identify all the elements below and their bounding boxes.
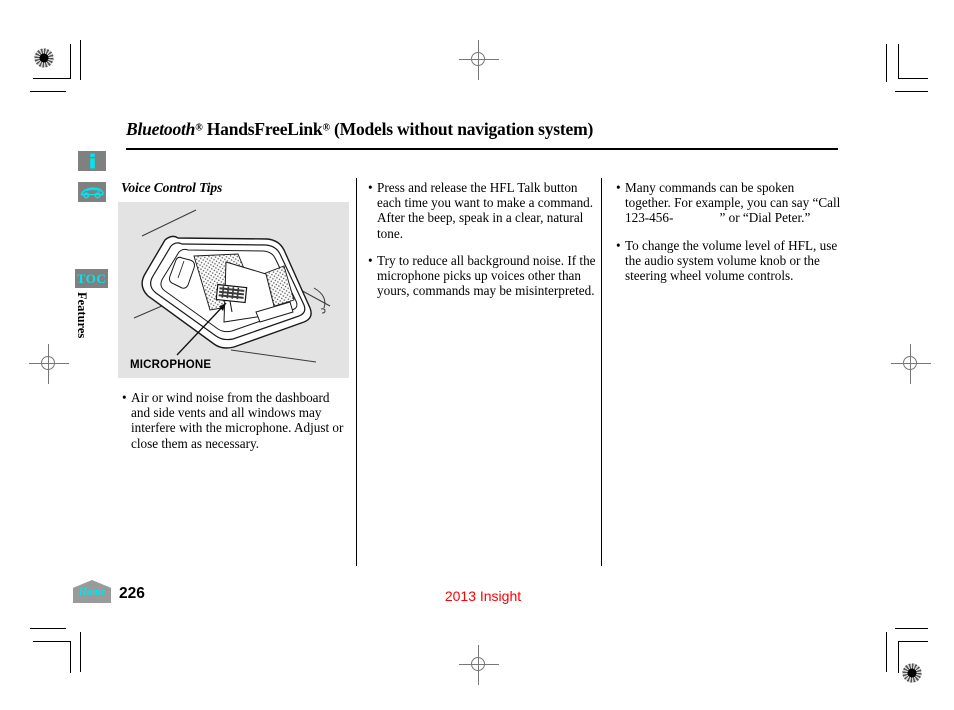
crop-mark-tr-h2	[895, 91, 928, 92]
page-title: Bluetooth® HandsFreeLink® (Models withou…	[126, 119, 838, 139]
bullet-text: Air or wind noise from the dashboard and…	[131, 390, 344, 451]
crop-mark-br-v2	[886, 632, 887, 672]
registration-target-bottom-right	[898, 659, 926, 687]
page-title-brand: Bluetooth	[126, 119, 196, 139]
bullet-text: Many commands can be spoken together. Fo…	[625, 180, 841, 226]
page-title-brand-registered-mark: ®	[195, 122, 203, 134]
list-item: • Press and release the HFL Talk button …	[368, 180, 596, 241]
bullet-text: Press and release the HFL Talk button ea…	[377, 180, 594, 241]
model-year-name-text: 2013 Insight	[444, 588, 522, 604]
crop-mark-tl-h1	[33, 78, 71, 79]
crop-mark-bl-v2	[70, 641, 71, 673]
title-underline-rule	[126, 148, 838, 150]
registration-crosshair-left	[29, 344, 69, 384]
bullet-marker: •	[368, 180, 373, 195]
info-icon[interactable]	[78, 151, 106, 171]
section-tab-features[interactable]: Features	[75, 292, 89, 356]
figure-caption-microphone: MICROPHONE	[130, 359, 212, 371]
registration-crosshair-right	[891, 344, 931, 384]
bullet-marker: •	[122, 390, 127, 405]
crop-mark-tl-h2	[30, 91, 66, 92]
crop-mark-bl-h2	[33, 641, 71, 642]
page-title-qualifier: (Models without navigation system)	[329, 119, 594, 139]
toc-button[interactable]: TOC	[75, 269, 108, 288]
page-title-product: HandsFreeLink	[202, 119, 323, 139]
vehicle-icon[interactable]	[78, 182, 106, 202]
crop-mark-tr-h1	[898, 78, 928, 79]
crop-mark-tl-v1	[70, 44, 71, 78]
registration-crosshair-bottom	[459, 645, 499, 685]
crop-mark-tl-v2	[80, 40, 81, 80]
bullet-text: To change the volume level of HFL, use t…	[625, 237, 838, 284]
bullet-marker: •	[616, 237, 621, 253]
crop-mark-br-h2	[898, 641, 928, 642]
list-item: • To change the volume level of HFL, use…	[616, 238, 841, 284]
middle-column-bullet-list: • Press and release the HFL Talk button …	[368, 180, 596, 298]
voice-control-tips-heading: Voice Control Tips	[121, 180, 223, 195]
model-year-name: 2013 Insight	[0, 588, 954, 604]
list-item: • Air or wind noise from the dashboard a…	[122, 390, 350, 451]
list-item: • Many commands can be spoken together. …	[616, 180, 841, 226]
document-page: Bluetooth® HandsFreeLink® (Models withou…	[0, 0, 954, 710]
page-title-product-registered-mark: ®	[322, 122, 330, 134]
crop-mark-br-h1	[895, 628, 928, 629]
column-divider-right	[601, 178, 602, 566]
microphone-illustration: MICROPHONE	[118, 202, 349, 378]
right-column-bullet-list: • Many commands can be spoken together. …	[616, 180, 841, 283]
crop-mark-tr-v1	[886, 44, 887, 82]
crop-mark-bl-v1	[80, 632, 81, 672]
crop-mark-bl-h1	[30, 628, 66, 629]
bullet-marker: •	[616, 180, 621, 195]
crop-mark-tr-v2	[898, 44, 899, 78]
list-item: • Try to reduce all background noise. If…	[368, 253, 596, 299]
left-column-bullet-list: • Air or wind noise from the dashboard a…	[122, 390, 350, 451]
bullet-marker: •	[368, 252, 373, 268]
column-divider-left	[356, 178, 357, 566]
registration-crosshair-top	[459, 40, 499, 80]
registration-target-top-left	[30, 44, 58, 72]
bullet-text: Try to reduce all background noise. If t…	[377, 252, 596, 299]
